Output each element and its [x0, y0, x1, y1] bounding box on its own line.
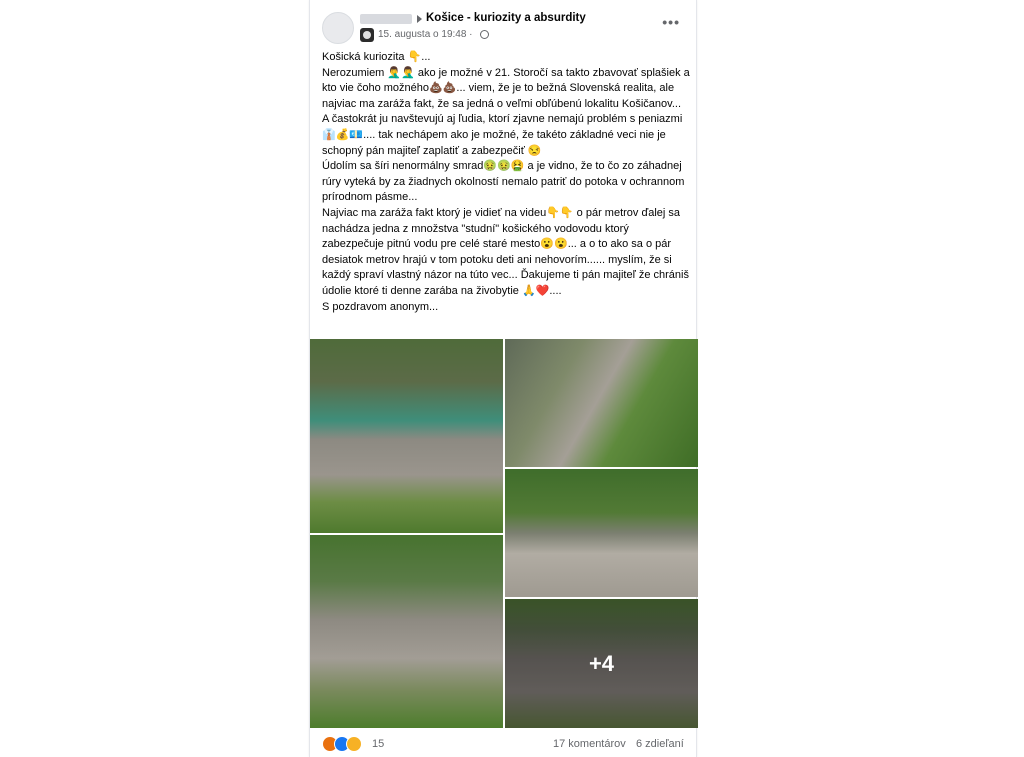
- wow-reaction-icon: [346, 736, 362, 752]
- shares-count[interactable]: 6 zdieľaní: [636, 738, 684, 750]
- photo-4[interactable]: [310, 535, 503, 728]
- group-avatar[interactable]: [360, 28, 374, 42]
- comments-count[interactable]: 17 komentárov: [553, 738, 626, 750]
- post-text: Košická kuriozita 👇... Nerozumiem 🤦‍♂️🤦‍…: [322, 51, 690, 313]
- photo-1[interactable]: [310, 339, 503, 533]
- arrow-right-icon: [417, 15, 422, 23]
- group-avatar-mark: [363, 31, 371, 39]
- post-header: Košice - kuriozity a absurdity 15. augus…: [310, 0, 696, 46]
- post-footer: 15 17 komentárov 6 zdieľaní: [310, 733, 698, 757]
- reaction-count[interactable]: 15: [372, 738, 384, 750]
- author-avatar[interactable]: [322, 12, 354, 44]
- more-photos-count: +4: [588, 651, 615, 676]
- photo-2[interactable]: [505, 339, 698, 467]
- photo-5-more[interactable]: +4: [505, 599, 698, 728]
- more-options-button[interactable]: •••: [662, 14, 680, 30]
- photo-grid: +4: [310, 339, 698, 728]
- facebook-post: Košice - kuriozity a absurdity 15. augus…: [309, 0, 698, 757]
- post-timestamp[interactable]: 15. augusta o 19:48 ·: [378, 29, 473, 40]
- group-name-link[interactable]: Košice - kuriozity a absurdity: [426, 12, 586, 24]
- redacted-author-name: [360, 14, 412, 24]
- globe-icon: [480, 30, 489, 39]
- photo-3[interactable]: [505, 469, 698, 597]
